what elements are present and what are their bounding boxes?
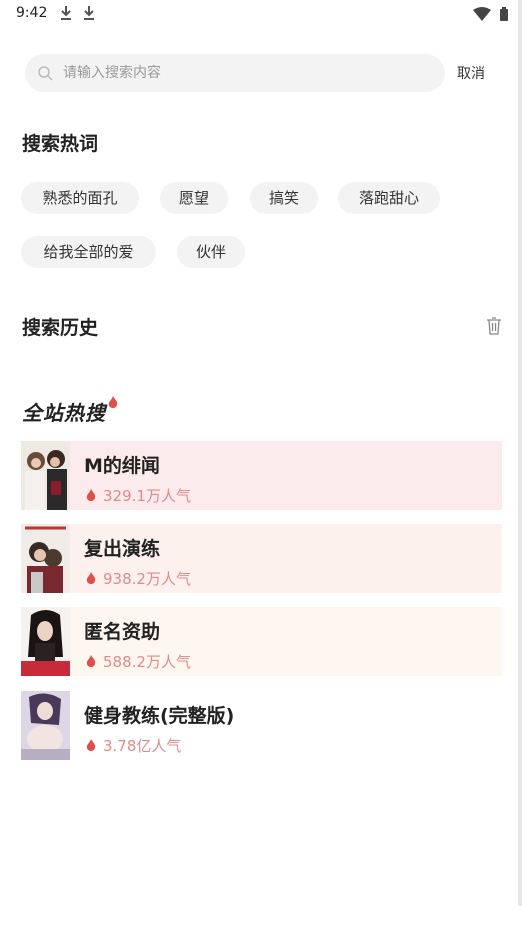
heat-value: 938.2万人气 xyxy=(103,570,191,588)
heat-count: 329.1万人气 xyxy=(84,485,191,506)
heat-count: 3.78亿人气 xyxy=(84,735,181,756)
site-hot-title: 全站热搜 xyxy=(22,401,106,425)
heat-value: 588.2万人气 xyxy=(103,653,191,671)
hot-search-item[interactable]: 复出演练 938.2万人气 xyxy=(21,524,502,593)
flame-icon xyxy=(86,571,96,584)
status-time: 9:42 xyxy=(16,5,48,21)
comic-cover xyxy=(21,691,70,760)
hot-search-item[interactable]: M的绯闻 329.1万人气 xyxy=(21,441,502,510)
comic-cover xyxy=(21,524,70,593)
hot-word-tag[interactable]: 落跑甜心 xyxy=(338,182,440,214)
battery-icon xyxy=(500,7,508,21)
download-icon xyxy=(61,6,71,20)
heat-count: 588.2万人气 xyxy=(84,651,191,672)
hot-word-tag[interactable]: 搞笑 xyxy=(250,182,318,214)
flame-icon xyxy=(108,396,118,408)
hot-word-tag[interactable]: 给我全部的爱 xyxy=(21,236,156,268)
search-box[interactable] xyxy=(25,54,445,92)
flame-icon xyxy=(86,738,96,751)
scrollbar[interactable] xyxy=(518,0,522,906)
heat-value: 329.1万人气 xyxy=(103,487,191,505)
cancel-button[interactable]: 取消 xyxy=(457,63,485,83)
status-bar: 9:42 xyxy=(0,0,522,28)
hot-word-tag[interactable]: 愿望 xyxy=(160,182,228,214)
wifi-icon xyxy=(472,7,491,21)
download-icon xyxy=(84,6,94,20)
hot-word-tag[interactable]: 伙伴 xyxy=(177,236,245,268)
rank-item-title: 复出演练 xyxy=(84,538,161,560)
trash-icon[interactable] xyxy=(486,317,502,335)
status-icons xyxy=(472,6,508,25)
search-input[interactable] xyxy=(61,64,425,82)
rank-item-title: 匿名资助 xyxy=(84,621,161,643)
flame-icon xyxy=(86,654,96,667)
rank-item-title: 健身教练(完整版) xyxy=(84,705,235,727)
hot-search-item[interactable]: 健身教练(完整版) 3.78亿人气 xyxy=(21,691,502,760)
heat-value: 3.78亿人气 xyxy=(103,737,182,755)
history-title: 搜索历史 xyxy=(22,317,99,339)
hot-search-item[interactable]: 匿名资助 588.2万人气 xyxy=(21,607,502,676)
hot-word-tag[interactable]: 熟悉的面孔 xyxy=(21,182,139,214)
flame-icon xyxy=(86,488,96,501)
comic-cover xyxy=(21,441,70,510)
rank-item-title: M的绯闻 xyxy=(84,455,160,477)
heat-count: 938.2万人气 xyxy=(84,568,191,589)
comic-cover xyxy=(21,607,70,676)
search-row: 取消 xyxy=(0,54,522,94)
search-icon xyxy=(38,66,53,81)
hot-words-title: 搜索热词 xyxy=(22,133,99,155)
